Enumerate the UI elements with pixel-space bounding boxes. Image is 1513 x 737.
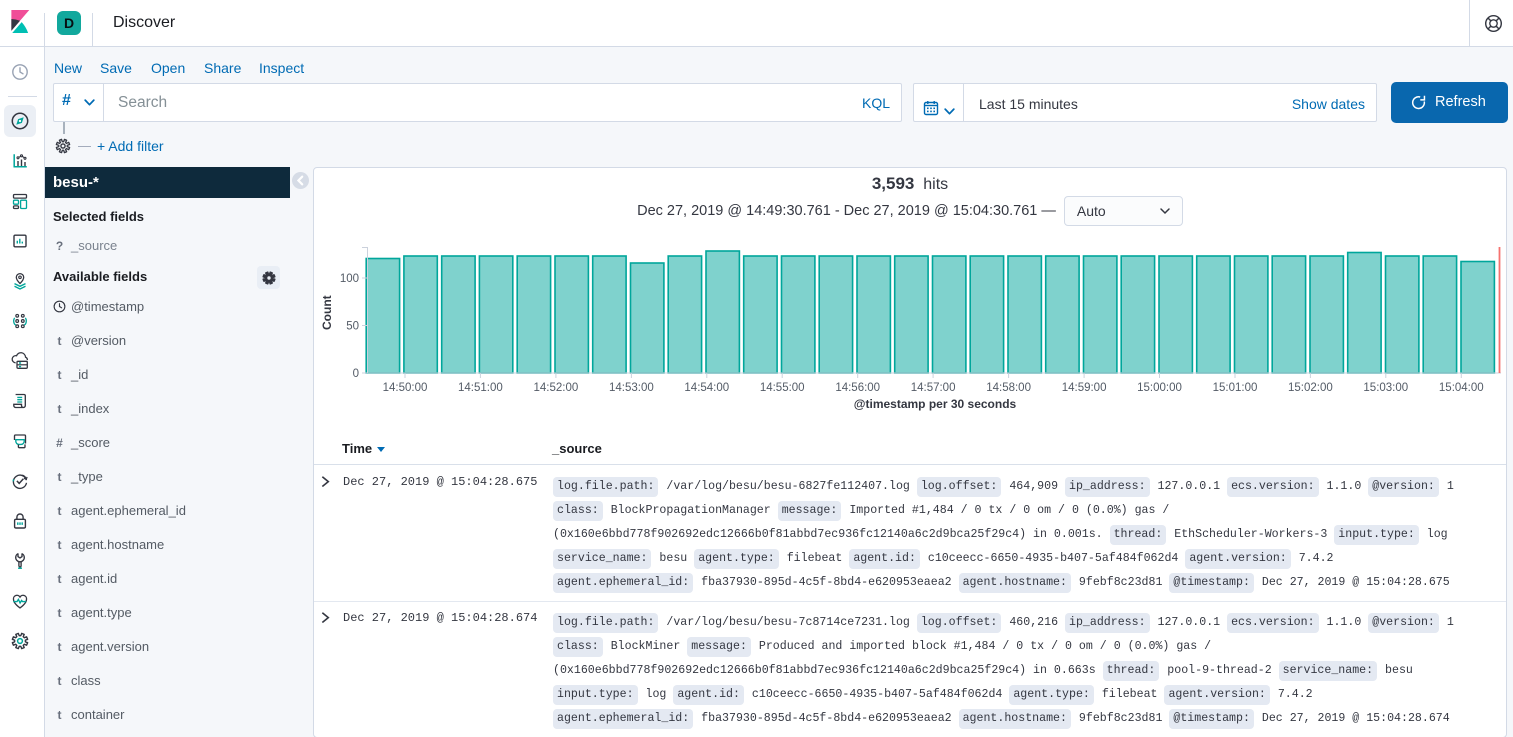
svg-text:15:01:00: 15:01:00 bbox=[1213, 382, 1258, 394]
svg-text:14:56:00: 14:56:00 bbox=[835, 382, 880, 394]
svg-text:50: 50 bbox=[346, 321, 359, 333]
svg-text:15:03:00: 15:03:00 bbox=[1363, 382, 1408, 394]
svg-text:14:54:00: 14:54:00 bbox=[684, 382, 729, 394]
svg-text:15:02:00: 15:02:00 bbox=[1288, 382, 1333, 394]
svg-text:100: 100 bbox=[340, 273, 359, 285]
svg-text:14:59:00: 14:59:00 bbox=[1062, 382, 1107, 394]
svg-text:14:58:00: 14:58:00 bbox=[986, 382, 1031, 394]
svg-text:15:04:00: 15:04:00 bbox=[1439, 382, 1484, 394]
svg-text:15:00:00: 15:00:00 bbox=[1137, 382, 1182, 394]
svg-text:14:57:00: 14:57:00 bbox=[911, 382, 956, 394]
svg-text:14:51:00: 14:51:00 bbox=[458, 382, 503, 394]
svg-text:14:52:00: 14:52:00 bbox=[534, 382, 579, 394]
svg-text:0: 0 bbox=[353, 368, 359, 380]
svg-text:14:50:00: 14:50:00 bbox=[383, 382, 428, 394]
svg-text:14:53:00: 14:53:00 bbox=[609, 382, 654, 394]
svg-text:14:55:00: 14:55:00 bbox=[760, 382, 805, 394]
